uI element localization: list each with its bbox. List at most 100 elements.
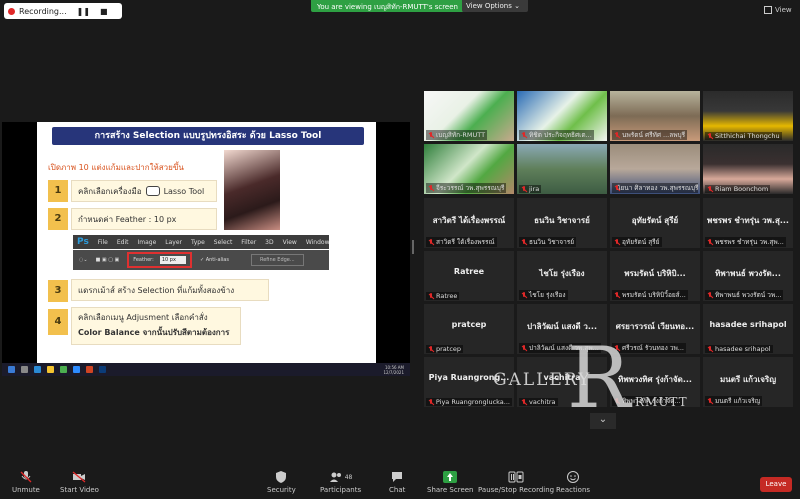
feather-label: Feather:: [133, 257, 154, 263]
step-1: คลิกเลือกเครื่องมือ Lasso Tool: [71, 180, 217, 202]
participant-name: นพรัตน์ ศรีทัศ ...ลพบุรี: [622, 131, 686, 139]
participant-tile[interactable]: สาวิตรี ได้เรื่องพรรณ์ สาวิตรี ใต้เรื่องพ…: [424, 198, 514, 248]
participants-label: Participants: [320, 486, 362, 494]
step-3: แดรกเม้าส์ สร้าง Selection ที่แก้มทั้งสอ…: [71, 279, 269, 301]
participant-tile[interactable]: jira: [517, 144, 607, 194]
recording-dot-icon: [8, 7, 15, 15]
participant-tile[interactable]: Riam Boonchom: [703, 144, 793, 194]
participant-tile[interactable]: hasadee srihapol hasadee srihapol: [703, 304, 793, 354]
participants-button[interactable]: 48 Participants: [320, 471, 361, 494]
participant-tile[interactable]: pratcep pratcep: [424, 304, 514, 354]
unmute-label: Unmute: [12, 486, 40, 494]
mic-muted-icon: [707, 186, 713, 192]
participant-tile[interactable]: พรมรัตน์ บริหิบิ... พรมรัตน์ บริหิบิวิ้อย…: [610, 251, 700, 301]
participant-tile[interactable]: ทิชิต ประกิจฤทธิศเต...: [517, 91, 607, 141]
participant-name: อุทัยรัตน์ สุรีย์: [622, 238, 660, 246]
participant-name: มนตรี แก้วเจริญ: [715, 397, 761, 405]
participant-name-label: ไชโย รุ่งเรือง: [519, 290, 568, 300]
participant-display-name: อุทัยรัตน์ สุรีย์: [631, 216, 679, 225]
reactions-label: Reactions: [556, 486, 591, 494]
smiley-icon: [567, 471, 580, 483]
unmute-button[interactable]: Unmute: [12, 471, 40, 494]
leave-button[interactable]: Leave: [760, 477, 792, 492]
mic-muted-icon: [707, 133, 713, 139]
mic-muted-icon: [428, 132, 434, 138]
edge-icon: [34, 366, 41, 373]
participant-tile[interactable]: อุทัยรัตน์ สุรีย์ อุทัยรัตน์ สุรีย์: [610, 198, 700, 248]
pause-recording-icon[interactable]: ❚❚: [77, 7, 90, 16]
participant-name-label: Sitthichai Thongchu: [705, 132, 782, 140]
participant-display-name: hasadee srihapol: [709, 320, 787, 329]
photoshop-taskbar-icon: [99, 366, 106, 373]
participant-tile[interactable]: Sitthichai Thongchu: [703, 91, 793, 141]
ps-menu-layer: Layer: [165, 238, 182, 246]
participant-name: เบญสิทัก-RMUTT: [436, 131, 486, 139]
step-number-4: 4: [48, 309, 68, 335]
view-options-button[interactable]: View Options ⌄: [462, 0, 528, 12]
participant-name-label: pratcep: [426, 345, 464, 353]
windows-taskbar: 10:56 AM 12/7/2021: [2, 363, 410, 376]
start-video-button[interactable]: Start Video: [60, 471, 99, 494]
participant-tile[interactable]: ธนวิน วิชาจารย์ ธนวิน วิชาจารย์: [517, 198, 607, 248]
participant-name-label: มนตรี แก้วเจริญ: [705, 396, 763, 406]
step-3-text: แดรกเม้าส์ สร้าง Selection ที่แก้มทั้งสอ…: [78, 285, 235, 295]
participant-display-name: สาวิตรี ได้เรื่องพรรณ์: [432, 216, 506, 225]
participant-name: ธนวิน วิชาจารย์: [529, 238, 575, 246]
photoshop-options-bar: ◌⌄ ■ ▣ ▢ ▣ Feather: 10 px ✓ Anti-alias R…: [73, 250, 329, 270]
step-4-text2: Color Balance จากนั้นปรับสีตามต้องการ: [78, 328, 230, 337]
chat-label: Chat: [389, 486, 406, 494]
mic-muted-icon: [20, 471, 32, 483]
participant-tile[interactable]: จีระวรรณ์ วพ.สุพรรณบุรี: [424, 144, 514, 194]
slide-title: การสร้าง Selection แบบรูปทรงอิสระ ด้วย L…: [52, 127, 364, 145]
anti-alias-checkbox: ✓ Anti-alias: [199, 257, 229, 263]
windows-start-icon: [8, 366, 15, 373]
step-number-2: 2: [48, 208, 68, 230]
participant-name: jira: [529, 185, 540, 193]
reactions-button[interactable]: Reactions: [556, 471, 590, 494]
participant-tile[interactable]: ไชโย รุ่งเรือง ไชโย รุ่งเรือง: [517, 251, 607, 301]
zoom-icon: [73, 366, 80, 373]
step-4-text: คลิกเลือกเมนู Adjusment เลือกคำสั่ง: [78, 313, 208, 322]
participant-tile[interactable]: พชรพร ชำทรุ่น วพ.สุ... พชรพร ชำทรุ่น วพ.ส…: [703, 198, 793, 248]
participant-name-label: นพรัตน์ ศรีทัศ ...ลพบุรี: [612, 130, 688, 140]
panel-resize-handle[interactable]: [412, 240, 414, 254]
share-screen-button[interactable]: Share Screen: [427, 471, 474, 494]
participant-display-name: ทิพาพนธ์ พวงรัต...: [715, 269, 781, 278]
refine-edge-button: Refine Edge...: [250, 254, 304, 266]
lasso-option-icon: ◌⌄: [79, 257, 88, 263]
mic-muted-icon: [428, 185, 434, 191]
participant-tile[interactable]: Ratree Ratree: [424, 251, 514, 301]
participant-name: Ratree: [436, 292, 458, 300]
participant-name-label: อุทัยรัตน์ สุรีย์: [612, 237, 662, 247]
participant-tile[interactable]: นพรัตน์ ศรีทัศ ...ลพบุรี: [610, 91, 700, 141]
participant-tile[interactable]: มนตรี แก้วเจริญ มนตรี แก้วเจริญ: [703, 357, 793, 407]
pause-stop-recording-button[interactable]: Pause/Stop Recording: [478, 471, 554, 494]
participant-display-name: พรมรัตน์ บริหิบิ...: [624, 269, 686, 278]
step-number-1: 1: [48, 180, 68, 202]
participant-name: vachitra: [529, 398, 556, 406]
pause-stop-recording-label: Pause/Stop Recording: [478, 486, 555, 494]
participant-name-label: Piya Ruangronglucka...: [426, 398, 512, 406]
feather-setting-highlight: Feather: 10 px: [127, 252, 192, 268]
participant-name-label: Ratree: [426, 292, 460, 300]
participant-tile[interactable]: ทิพาพนธ์ พวงรัต... ทิพาพนธ์ พวงรัตน์ วพ..…: [703, 251, 793, 301]
participant-tile[interactable]: เบญสิทัก-RMUTT: [424, 91, 514, 141]
stop-recording-icon[interactable]: ■: [100, 7, 108, 16]
folder-icon: [47, 366, 54, 373]
share-screen-label: Share Screen: [427, 486, 474, 494]
ps-menu-view: View: [282, 238, 297, 246]
photoshop-logo: Ps: [77, 237, 89, 247]
mic-muted-icon: [614, 239, 620, 245]
participant-tile[interactable]: นัยนา ศิลาทอง วพ.สุพรรณบุรี: [610, 144, 700, 194]
security-button[interactable]: Security: [267, 471, 296, 494]
participant-name-label: ธนวิน วิชาจารย์: [519, 237, 577, 247]
ps-menu-window: Window: [305, 238, 330, 246]
viewing-screen-banner: You are viewing เบญสิทัก-RMUTT's screen: [311, 0, 464, 12]
step-1-tool: Lasso Tool: [163, 186, 205, 196]
mic-muted-icon: [521, 292, 527, 298]
chat-icon: [392, 472, 403, 482]
chat-button[interactable]: Chat: [389, 471, 405, 494]
mic-muted-icon: [707, 292, 713, 298]
view-button[interactable]: View: [764, 6, 792, 14]
step-4: คลิกเลือกเมนู Adjusment เลือกคำสั่ง Colo…: [71, 307, 241, 345]
